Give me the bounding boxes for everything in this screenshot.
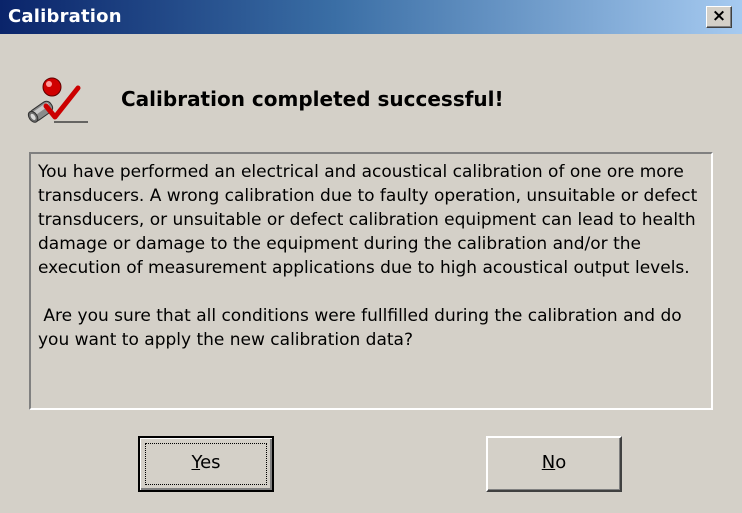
message-paragraph-question: Are you sure that all conditions were fu… [38,304,703,352]
no-mnemonic: N [541,452,556,473]
window-title: Calibration [8,6,122,27]
message-paragraph-warning: You have performed an electrical and aco… [38,162,698,278]
close-icon: × [711,6,727,26]
message-question-text: Are you sure that all conditions were fu… [38,306,682,350]
message-panel: You have performed an electrical and aco… [29,152,713,410]
calibration-dialog: Calibration × Calibration completed succ… [0,0,742,513]
no-button-label: No [542,452,566,473]
yes-mnemonic: Y [191,452,201,473]
yes-label-rest: es [200,452,221,473]
dialog-heading: Calibration completed successful! [121,87,504,111]
close-button[interactable]: × [706,6,732,28]
no-label-rest: o [555,452,567,473]
yes-button[interactable]: Yes [138,436,274,492]
title-bar[interactable]: Calibration × [0,0,742,34]
no-button[interactable]: No [486,436,622,492]
yes-button-label: Yes [191,452,220,473]
calibration-success-icon [27,77,88,123]
